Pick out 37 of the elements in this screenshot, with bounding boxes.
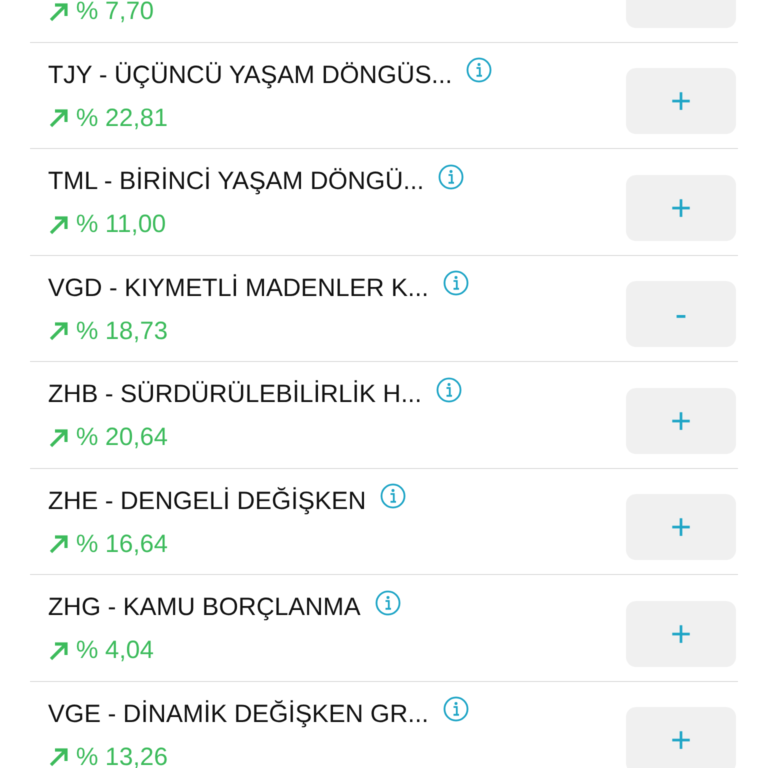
trend-up-arrow-icon	[48, 107, 70, 130]
trend-up-arrow-icon	[48, 533, 70, 556]
return-percentage: % 13,26	[76, 742, 168, 768]
trend-up-arrow-icon	[48, 426, 70, 449]
return-percentage: % 11,00	[76, 210, 166, 240]
fund-name: ZHG - KAMU BORÇLANMA	[48, 593, 361, 622]
info-icon[interactable]	[466, 57, 492, 84]
info-icon[interactable]	[380, 483, 406, 510]
toggle-button[interactable]: +	[626, 707, 736, 768]
toggle-button[interactable]: -	[626, 281, 736, 348]
info-icon[interactable]	[436, 376, 462, 403]
fund-name: TML - BİRİNCİ YAŞAM DÖNGÜ...	[48, 167, 424, 196]
toggle-button[interactable]: +	[626, 600, 736, 667]
return-percentage: % 7,70	[76, 0, 154, 26]
fund-name: VGD - KIYMETLİ MADENLER K...	[48, 274, 429, 303]
trend-up-arrow-icon	[48, 214, 70, 236]
return-percentage: % 18,73	[76, 316, 168, 346]
fund-name: ZHE - DENGELİ DEĞİŞKEN	[48, 486, 366, 516]
trend-up-arrow-icon	[48, 746, 70, 768]
fund-name: TJY - ÜÇÜNCÜ YAŞAM DÖNGÜS...	[48, 60, 452, 90]
info-icon[interactable]	[442, 270, 469, 296]
info-icon[interactable]	[438, 164, 464, 190]
trend-up-arrow-icon	[48, 640, 70, 662]
return-percentage: % 22,81	[76, 104, 168, 133]
toggle-button[interactable]: +	[626, 174, 736, 241]
return-percentage: % 16,64	[76, 530, 168, 559]
return-percentage: % 20,64	[76, 423, 168, 452]
toggle-button[interactable]: +	[626, 388, 736, 454]
return-percentage: % 4,04	[76, 636, 154, 666]
info-icon[interactable]	[442, 696, 469, 722]
info-icon[interactable]	[374, 590, 401, 616]
toggle-button[interactable]: +	[626, 494, 736, 560]
trend-up-arrow-icon	[48, 0, 70, 23]
trend-up-arrow-icon	[48, 320, 70, 342]
toggle-button[interactable]: +	[626, 68, 736, 134]
fund-name: VGE - DİNAMİK DEĞİŞKEN GR...	[48, 700, 429, 729]
fund-name: ZHB - SÜRDÜRÜLEBİLİRLİK H...	[48, 380, 422, 410]
